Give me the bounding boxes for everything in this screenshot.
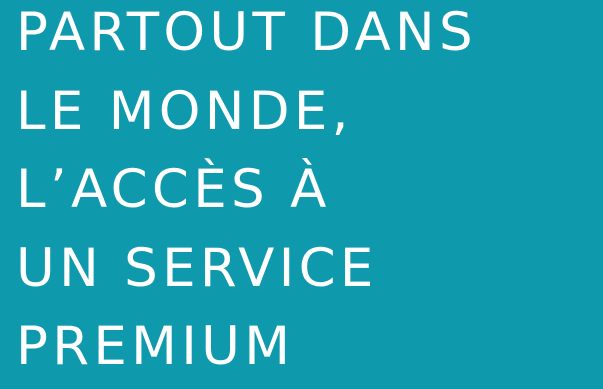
headline-line-2: LE MONDE, — [16, 80, 353, 142]
headline-line-1: PARTOUT DANS — [16, 2, 477, 63]
headline: PARTOUT DANS LE MONDE, L’ACCÈS À UN SERV… — [16, 0, 477, 387]
headline-line-4: UN SERVICE — [16, 237, 378, 299]
headline-line-3: L’ACCÈS À — [16, 159, 331, 220]
promo-banner: PARTOUT DANS LE MONDE, L’ACCÈS À UN SERV… — [0, 0, 603, 389]
headline-line-5: PREMIUM — [16, 316, 295, 377]
